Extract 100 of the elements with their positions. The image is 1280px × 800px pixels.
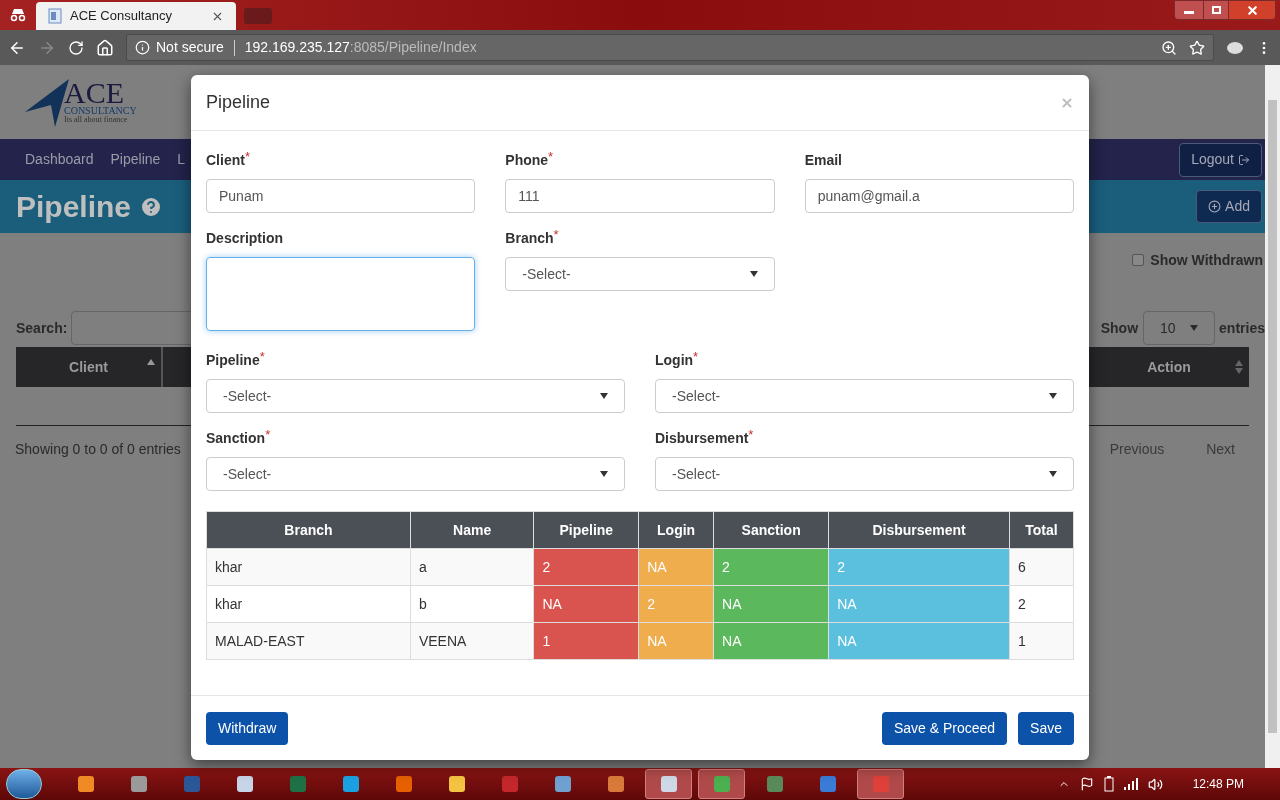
- url-text: 192.169.235.127:8085/Pipeline/Index: [244, 38, 477, 57]
- add-button[interactable]: Add: [1196, 190, 1262, 223]
- table-cell: NA: [713, 622, 829, 660]
- table-cell: khar: [206, 585, 411, 623]
- field-label: Description: [206, 229, 283, 248]
- address-bar[interactable]: Not secure 192.169.235.127:8085/Pipeline/Index: [126, 34, 1214, 61]
- logout-icon: [1238, 153, 1250, 166]
- minimize-button[interactable]: [1175, 1, 1203, 19]
- close-window-button[interactable]: [1229, 1, 1275, 19]
- table-cell: khar: [206, 548, 411, 586]
- start-button[interactable]: [6, 769, 42, 799]
- caret-icon: [1049, 471, 1057, 477]
- column-header[interactable]: Client: [16, 347, 163, 387]
- column-header: Sanction: [713, 511, 829, 549]
- input-field[interactable]: 111: [505, 179, 775, 213]
- table-cell: NA: [828, 622, 1010, 660]
- field-label: Phone: [505, 151, 549, 170]
- caret-icon: [600, 393, 608, 399]
- table-cell: NA: [638, 622, 714, 660]
- table-cell: 1: [1009, 622, 1074, 660]
- table-cell: NA: [638, 548, 714, 586]
- signal-icon[interactable]: [1123, 778, 1138, 790]
- required-mark: *: [244, 150, 250, 163]
- field-label: Branch: [505, 229, 554, 248]
- volume-icon[interactable]: [1147, 776, 1163, 792]
- column-header: Branch: [206, 511, 411, 549]
- incognito-icon: [9, 8, 27, 22]
- checkbox-label: Show Withdrawn: [1150, 250, 1263, 270]
- browser-tab[interactable]: ACE Consultancy: [36, 2, 236, 30]
- required-mark: *: [548, 150, 554, 163]
- column-header[interactable]: Action: [1089, 347, 1249, 387]
- column-header: Pipeline: [533, 511, 639, 549]
- field-label: Client: [206, 151, 245, 170]
- field-label: Pipeline: [206, 351, 260, 370]
- select-field[interactable]: -Select-: [206, 379, 625, 413]
- table-cell: 2: [828, 548, 1010, 586]
- bookmark-icon[interactable]: [1189, 39, 1205, 56]
- clock[interactable]: 12:48 PM: [1192, 775, 1244, 793]
- select-field[interactable]: -Select-: [655, 457, 1074, 491]
- close-icon: [1245, 3, 1259, 17]
- required-mark: *: [693, 350, 699, 363]
- sort-icon: [147, 359, 155, 365]
- table-cell: 2: [533, 548, 639, 586]
- required-mark: *: [748, 428, 754, 441]
- nav-link[interactable]: Pipeline: [110, 149, 161, 170]
- column-header: Disbursement: [828, 511, 1010, 549]
- company-logo: ACE CONSULTANCY Its all about finance: [25, 77, 137, 127]
- show-label: Show: [1100, 318, 1139, 338]
- withdraw-button[interactable]: Withdraw: [206, 711, 289, 745]
- save-button[interactable]: Save: [1018, 711, 1074, 745]
- field-label: Login: [655, 351, 694, 370]
- nav-link[interactable]: L: [177, 149, 186, 170]
- maximize-button[interactable]: [1203, 1, 1229, 19]
- security-label: Not secure: [156, 38, 224, 57]
- table-cell: 2: [1009, 585, 1074, 623]
- field-label: Email: [804, 151, 842, 170]
- modal-title: Pipeline: [206, 91, 271, 114]
- nav-link[interactable]: Dashboard: [25, 149, 94, 170]
- page-icon: [48, 8, 62, 24]
- extension-icon[interactable]: [1226, 39, 1244, 56]
- required-mark: *: [259, 350, 265, 363]
- home-icon[interactable]: [96, 38, 114, 57]
- table-cell: a: [410, 548, 534, 586]
- select-field[interactable]: -Select-: [655, 379, 1074, 413]
- table-cell: 2: [713, 548, 829, 586]
- table-cell: VEENA: [410, 622, 534, 660]
- search-label: Search:: [16, 318, 68, 338]
- page-title: Pipeline: [16, 189, 132, 225]
- field-label: Sanction: [206, 429, 266, 448]
- page-size-select[interactable]: 10: [1143, 311, 1216, 345]
- select-field[interactable]: -Select-: [505, 257, 775, 291]
- column-header: Login: [638, 511, 714, 549]
- checkbox[interactable]: [1132, 254, 1145, 266]
- table-info: Showing 0 to 0 of 0 entries: [15, 440, 181, 459]
- table-cell: 6: [1009, 548, 1074, 586]
- save-proceed-button[interactable]: Save & Proceed: [881, 711, 1008, 745]
- caret-icon: [1190, 325, 1199, 331]
- zoom-icon[interactable]: [1161, 39, 1177, 56]
- caret-icon: [749, 271, 758, 277]
- reload-icon[interactable]: [68, 39, 84, 56]
- taskbar-button[interactable]: [645, 769, 692, 799]
- input-field[interactable]: Punam: [206, 179, 476, 213]
- table-cell: NA: [713, 585, 829, 623]
- select-field[interactable]: -Select-: [206, 457, 625, 491]
- table-cell: 1: [533, 622, 639, 660]
- caret-icon: [600, 471, 608, 477]
- sort-icon: [1235, 360, 1243, 374]
- logout-button[interactable]: Logout: [1179, 142, 1262, 177]
- column-header: Total: [1009, 511, 1074, 549]
- input-field[interactable]: punam@gmail.a: [804, 179, 1074, 213]
- table-cell: NA: [828, 585, 1010, 623]
- info-icon: [135, 40, 150, 55]
- caret-icon: [1049, 393, 1057, 399]
- table-cell: MALAD-EAST: [206, 622, 411, 660]
- required-mark: *: [553, 228, 559, 241]
- table-cell: NA: [533, 585, 639, 623]
- plus-icon: [1208, 200, 1222, 213]
- input-field[interactable]: [206, 257, 476, 331]
- battery-icon[interactable]: [1103, 776, 1114, 792]
- flag-icon[interactable]: [1079, 777, 1094, 791]
